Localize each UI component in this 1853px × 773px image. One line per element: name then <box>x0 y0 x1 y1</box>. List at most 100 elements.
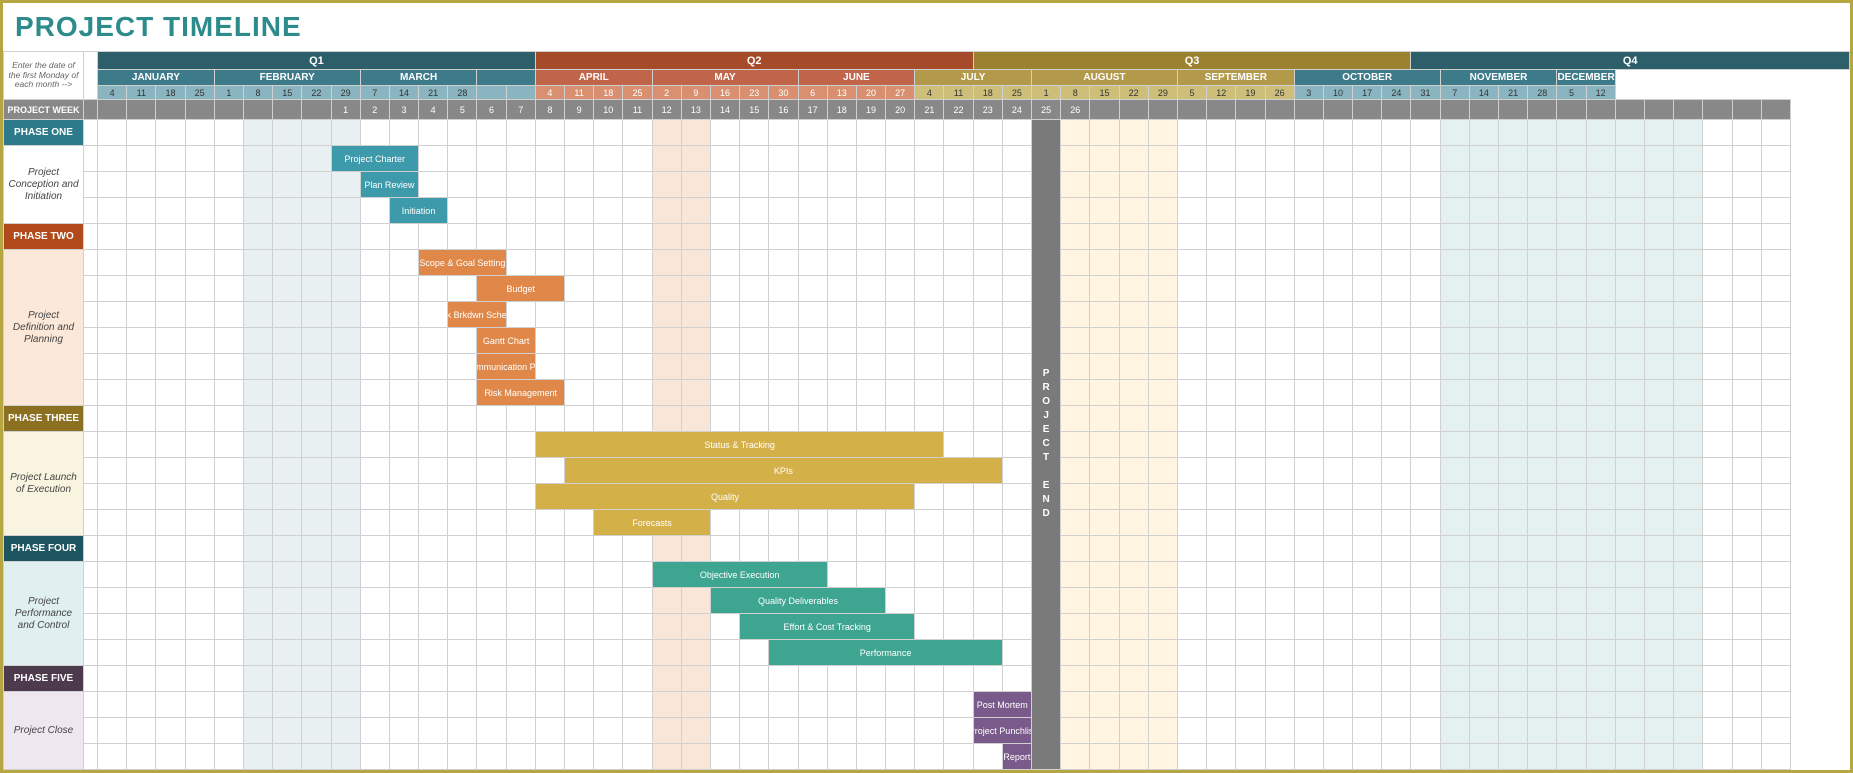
month-header: APRIL <box>535 70 652 86</box>
gantt-bar[interactable]: Forecasts <box>594 510 710 535</box>
date-cell: 12 <box>1207 86 1236 100</box>
phase-header: PHASE FOUR <box>4 536 84 562</box>
month-header: AUGUST <box>1032 70 1178 86</box>
gantt-bar[interactable]: Quality Deliverables <box>711 588 885 613</box>
date-cell: 12 <box>1586 86 1615 100</box>
project-week-cell: 3 <box>389 100 418 120</box>
date-cell: 1 <box>214 86 243 100</box>
project-week-cell <box>302 100 331 120</box>
project-week-cell <box>1644 100 1673 120</box>
project-week-cell <box>127 100 156 120</box>
gantt-bar[interactable]: Report <box>1003 744 1031 769</box>
project-week-cell <box>1177 100 1206 120</box>
date-cell: 15 <box>273 86 302 100</box>
date-cell: 7 <box>1440 86 1469 100</box>
phase-description: Project Conception and Initiation <box>4 146 84 224</box>
project-week-cell: 10 <box>594 100 623 120</box>
project-week-cell: 12 <box>652 100 681 120</box>
date-cell: 11 <box>127 86 156 100</box>
project-week-cell: 13 <box>681 100 710 120</box>
date-cell: 28 <box>1528 86 1557 100</box>
gantt-bar[interactable]: Initiation <box>390 198 447 223</box>
gantt-bar[interactable]: Post Mortem <box>974 692 1031 717</box>
date-cell: 15 <box>1090 86 1119 100</box>
project-week-cell <box>1732 100 1761 120</box>
project-week-cell: 6 <box>477 100 506 120</box>
phase-description: Project Performance and Control <box>4 562 84 666</box>
gantt-bar[interactable]: Effort & Cost Tracking <box>740 614 914 639</box>
date-cell: 29 <box>1148 86 1177 100</box>
month-header: DECEMBER <box>1557 70 1615 86</box>
project-week-cell: 9 <box>565 100 594 120</box>
project-week-cell <box>243 100 272 120</box>
project-week-cell: 7 <box>506 100 535 120</box>
project-week-cell <box>1440 100 1469 120</box>
date-cell: 23 <box>740 86 769 100</box>
project-end-marker: PROJECT END <box>1032 120 1061 770</box>
project-week-cell: 22 <box>944 100 973 120</box>
date-cell: 25 <box>623 86 652 100</box>
project-week-cell <box>185 100 214 120</box>
date-cell: 31 <box>1411 86 1440 100</box>
date-cell: 4 <box>535 86 564 100</box>
month-header: JUNE <box>798 70 915 86</box>
project-week-cell <box>156 100 185 120</box>
gantt-bar[interactable]: Budget <box>477 276 564 301</box>
project-week-cell: 15 <box>740 100 769 120</box>
date-cell: 22 <box>1119 86 1148 100</box>
project-week-cell: 1 <box>331 100 360 120</box>
project-week-cell <box>1499 100 1528 120</box>
project-week-cell <box>1703 100 1732 120</box>
project-week-cell <box>1557 100 1586 120</box>
project-week-cell <box>1353 100 1382 120</box>
date-cell: 25 <box>185 86 214 100</box>
date-cell: 18 <box>594 86 623 100</box>
gantt-bar[interactable]: Status & Tracking <box>536 432 944 457</box>
date-cell: 14 <box>389 86 418 100</box>
project-week-cell <box>1469 100 1498 120</box>
project-week-cell: 14 <box>710 100 739 120</box>
date-cell: 4 <box>915 86 944 100</box>
project-week-cell: 19 <box>856 100 885 120</box>
date-cell: 21 <box>419 86 448 100</box>
project-week-cell: 16 <box>769 100 798 120</box>
date-cell: 18 <box>156 86 185 100</box>
gantt-bar[interactable]: Performance <box>769 640 1002 665</box>
project-week-cell: 23 <box>973 100 1002 120</box>
month-header: NOVEMBER <box>1440 70 1557 86</box>
gantt-bar[interactable]: Gantt Chart <box>477 328 534 353</box>
quarter-header: Q1 <box>98 52 536 70</box>
gantt-bar[interactable]: Plan Review <box>361 172 418 197</box>
date-cell: 30 <box>769 86 798 100</box>
phase-header: PHASE THREE <box>4 406 84 432</box>
gantt-bar[interactable]: Scope & Goal Setting <box>419 250 506 275</box>
gantt-bar[interactable]: Project Charter <box>332 146 419 171</box>
phase-description: Project Launch of Execution <box>4 432 84 536</box>
date-cell: 11 <box>565 86 594 100</box>
page-title: PROJECT TIMELINE <box>3 3 1850 51</box>
project-week-cell: 8 <box>535 100 564 120</box>
date-cell: 2 <box>652 86 681 100</box>
gantt-bar[interactable]: KPIs <box>565 458 1002 483</box>
date-cell: 10 <box>1323 86 1352 100</box>
project-week-cell <box>1761 100 1790 120</box>
date-cell: 25 <box>1002 86 1031 100</box>
project-week-cell <box>98 100 127 120</box>
date-cell: 28 <box>448 86 477 100</box>
project-week-cell <box>1586 100 1615 120</box>
date-cell: 7 <box>360 86 389 100</box>
date-cell: 14 <box>1469 86 1498 100</box>
project-week-cell: 24 <box>1002 100 1031 120</box>
gantt-bar[interactable]: Risk Management <box>477 380 564 405</box>
gantt-bar[interactable]: Project Punchlist <box>974 718 1031 743</box>
project-week-label: PROJECT WEEK <box>4 100 84 120</box>
project-week-cell <box>1148 100 1177 120</box>
gantt-bar[interactable]: Communication Plan <box>477 354 534 379</box>
gantt-bar[interactable]: Work Brkdwn Schedule <box>448 302 505 327</box>
month-header: FEBRUARY <box>214 70 360 86</box>
quarter-header: Q3 <box>973 52 1411 70</box>
gantt-bar[interactable]: Objective Execution <box>653 562 827 587</box>
month-header: OCTOBER <box>1294 70 1440 86</box>
gantt-bar[interactable]: Quality <box>536 484 914 509</box>
quarter-header: Q2 <box>535 52 973 70</box>
